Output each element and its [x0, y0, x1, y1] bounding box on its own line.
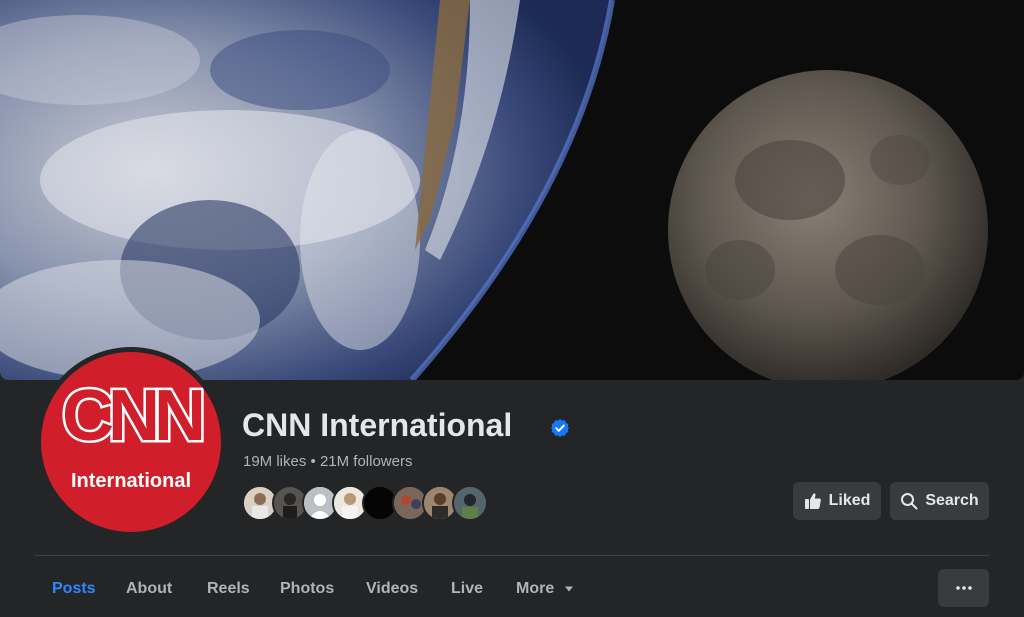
tab-more[interactable]: More	[516, 580, 574, 598]
tab-photos[interactable]: Photos	[280, 580, 334, 598]
tab-more-label: More	[516, 580, 555, 597]
tab-reels[interactable]: Reels	[207, 580, 250, 598]
tab-about[interactable]: About	[126, 580, 172, 598]
cover-photo[interactable]	[0, 0, 1024, 380]
header-divider	[35, 555, 989, 556]
thumbs-up-icon	[804, 493, 821, 509]
tab-videos[interactable]: Videos	[366, 580, 418, 598]
search-button[interactable]: Search	[890, 482, 989, 520]
liked-button-label: Liked	[828, 492, 871, 509]
avatar-logo-subtext: International	[70, 470, 191, 492]
friend-avatar[interactable]	[452, 485, 488, 521]
liked-button[interactable]: Liked	[793, 482, 881, 520]
verified-badge-icon	[551, 419, 569, 437]
more-horizontal-icon	[955, 586, 972, 590]
search-button-label: Search	[925, 492, 979, 509]
page-stats[interactable]: 19M likes • 21M followers	[243, 453, 412, 470]
avatar-logo-text: CNN	[60, 376, 209, 456]
tab-live[interactable]: Live	[451, 580, 483, 598]
search-icon	[901, 493, 918, 510]
cover-earth-moon-image	[0, 0, 1024, 380]
friend-avatar-image	[454, 487, 486, 519]
tab-posts[interactable]: Posts	[52, 580, 96, 598]
profile-picture[interactable]: CNN International	[41, 352, 221, 532]
friends-who-like[interactable]	[242, 485, 502, 521]
page-title: CNN International	[242, 407, 513, 443]
caret-down-icon	[564, 586, 573, 592]
more-options-button[interactable]	[938, 569, 989, 607]
